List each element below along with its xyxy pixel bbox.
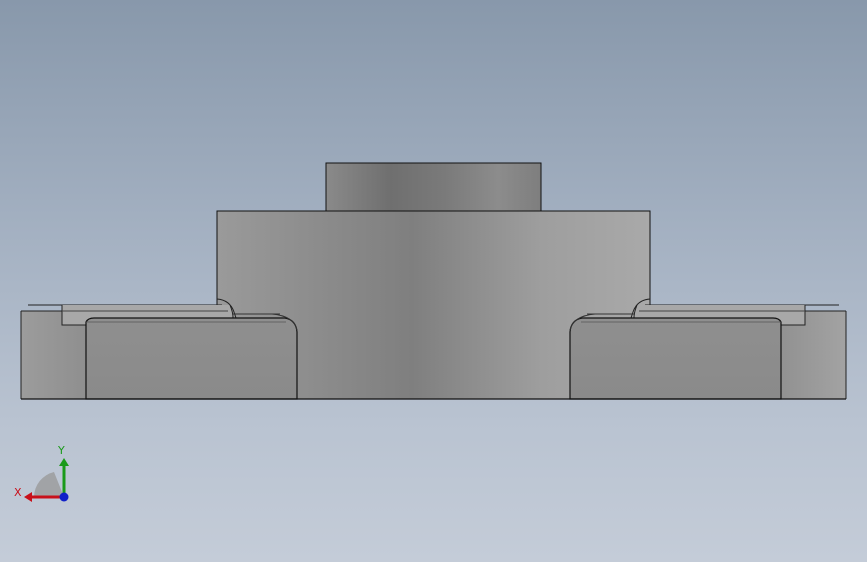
z-axis-dot: [59, 492, 69, 502]
top-boss-face[interactable]: [325, 162, 542, 212]
x-axis-arrowhead: [24, 492, 32, 502]
y-axis-arrowhead: [59, 458, 69, 466]
x-axis-label: X: [14, 486, 22, 499]
y-axis-label: Y: [57, 444, 65, 457]
left-flange[interactable]: [20, 298, 298, 400]
graphics-viewport[interactable]: Y X: [0, 0, 867, 562]
coordinate-triad[interactable]: Y X: [10, 440, 80, 510]
right-flange[interactable]: [569, 298, 847, 400]
triad-plane-shading: [34, 472, 64, 497]
part-model-front-view[interactable]: [0, 0, 867, 562]
